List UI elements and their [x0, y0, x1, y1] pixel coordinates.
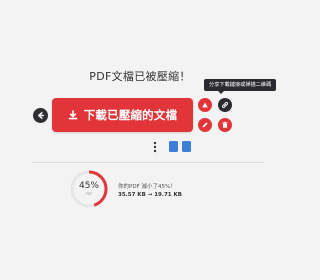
save-to-dropbox-button[interactable] — [182, 141, 191, 152]
link-icon — [222, 102, 228, 108]
edit-icon — [202, 122, 208, 128]
upload-cloud-icon — [202, 102, 208, 108]
divider — [32, 162, 264, 163]
save-to-cloud-button[interactable] — [169, 141, 178, 152]
back-button[interactable] — [33, 108, 48, 123]
file-sizes: 35.57 KB → 19.71 KB — [118, 192, 182, 198]
download-button[interactable]: 下載已壓縮的文檔 — [52, 98, 193, 132]
download-icon — [68, 110, 77, 120]
edit-button[interactable] — [198, 118, 212, 132]
share-link-button[interactable] — [218, 98, 232, 112]
delete-button[interactable] — [218, 118, 232, 132]
more-options-button[interactable] — [150, 140, 160, 154]
arrow-left-icon — [37, 112, 44, 119]
trash-icon — [222, 121, 228, 128]
compress-result-page: PDF文檔已被壓縮！ 下載已壓縮的文檔 分享下載鏈接或掃描二維碼 45% PDF… — [0, 0, 280, 280]
download-button-label: 下載已壓縮的文檔 — [83, 108, 178, 122]
share-tooltip: 分享下載鏈接或掃描二維碼 — [204, 79, 277, 94]
more-vertical-icon — [153, 141, 157, 153]
reduction-message: 你的PDF 減小了45%！ — [118, 184, 176, 190]
gauge-percent: 45% — [78, 181, 99, 191]
gauge-sub-label: PDF — [85, 192, 93, 196]
save-to-drive-button[interactable] — [198, 98, 212, 112]
